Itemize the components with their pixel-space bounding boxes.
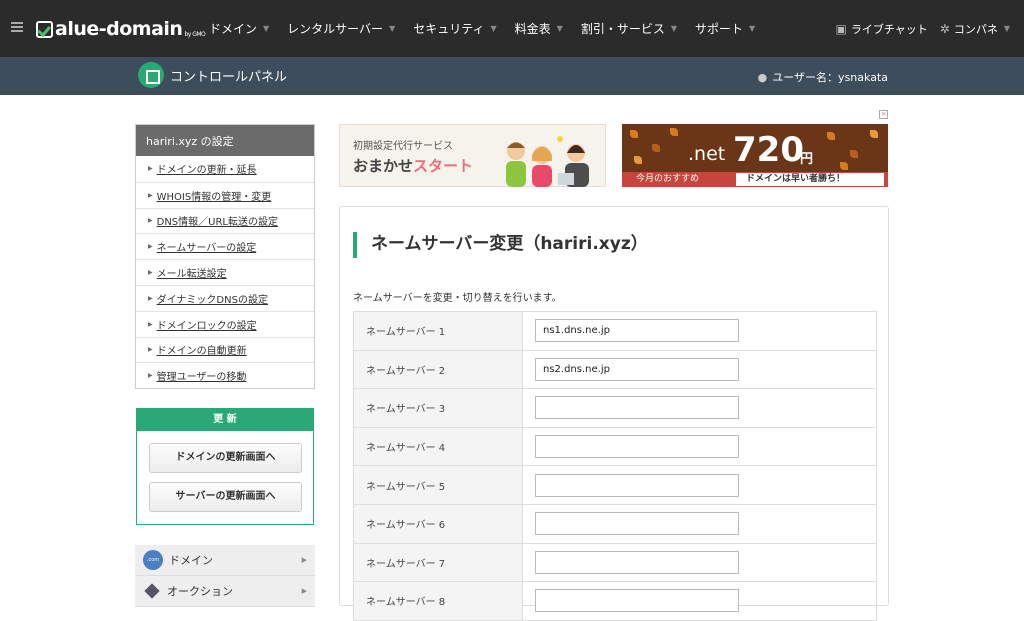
triangle-right-icon: ▶ (148, 372, 153, 380)
domain-settings-heading: hariri.xyz の設定 (136, 125, 314, 156)
sidebar-item-nameserver[interactable]: ▶ ネームサーバーの設定 (136, 233, 314, 259)
nameserver-3-input[interactable] (535, 396, 739, 420)
staff-illustration (506, 136, 589, 187)
sidebar-menu-auction[interactable]: オークション ▶ (135, 576, 315, 607)
nameserver-2-input[interactable] (535, 357, 739, 381)
nav-rental-server[interactable]: レンタルサーバー ▼ (287, 20, 395, 37)
nameserver-label: ネームサーバー 4 (353, 427, 523, 466)
triangle-right-icon: ▶ (148, 346, 153, 354)
nameserver-4-input[interactable] (535, 435, 739, 459)
triangle-right-icon: ▶ (148, 294, 153, 302)
sidebar-item-renew[interactable]: ▶ ドメインの更新・延長 (136, 156, 314, 182)
sidebar-item-whois[interactable]: ▶ WHOIS情報の管理・変更 (136, 181, 314, 208)
nav-pricing[interactable]: 料金表 ▼ (515, 20, 563, 37)
nameserver-5-input[interactable] (535, 473, 739, 497)
nameserver-6-input[interactable] (535, 512, 739, 536)
gavel-icon (144, 583, 160, 599)
domain-settings-list: ▶ ドメインの更新・延長 ▶ WHOIS情報の管理・変更 ▶ DNS情報／URL転送の… (136, 156, 314, 388)
nav-domain[interactable]: ドメイン ▼ (209, 20, 269, 37)
page-title: ネームサーバー変更（hariri.xyz） (353, 232, 648, 258)
nameserver-label: ネームサーバー 5 (353, 466, 523, 504)
renew-domain-button[interactable]: ドメインの更新画面へ (149, 443, 302, 473)
nameserver-label: ネームサーバー 1 (353, 312, 523, 350)
table-row: ネームサーバー 6 (353, 504, 877, 544)
page-description: ネームサーバーを変更・切り替えを行います。 (353, 293, 562, 304)
logo-check-icon (36, 20, 53, 38)
banner-price: 720 (733, 130, 804, 170)
nameserver-panel: ネームサーバー変更（hariri.xyz） ネームサーバーを変更・切り替えを行い… (339, 206, 889, 621)
sidebar-item-dynamic-dns[interactable]: ▶ ダイナミックDNSの設定 (136, 284, 314, 311)
table-row: ネームサーバー 7 (353, 543, 877, 583)
ad-close-icon[interactable]: × (879, 110, 888, 119)
renew-box: 更 新 ドメインの更新画面へ サーバーの更新画面へ (136, 408, 314, 525)
menu-icon[interactable] (11, 22, 23, 32)
table-row: ネームサーバー 2 (353, 350, 877, 390)
sidebar-item-dns[interactable]: ▶ DNS情報／URL転送の設定 (136, 207, 314, 234)
sidebar-menu: .com ドメイン ▶ オークション ▶ (135, 545, 315, 607)
caret-down-icon: ▼ (556, 24, 563, 33)
user-icon: ● (757, 70, 768, 84)
nameserver-label: ネームサーバー 6 (353, 504, 523, 543)
banner-yen: 円 (800, 152, 814, 167)
caret-down-icon: ▼ (749, 24, 756, 33)
triangle-right-icon: ▶ (148, 320, 153, 328)
nav-discounts[interactable]: 割引・サービス ▼ (581, 20, 677, 37)
globe-icon: .com (143, 550, 163, 570)
triangle-right-icon: ▶ (148, 269, 153, 277)
livechat-link[interactable]: ▣ ライブチャット (836, 21, 928, 37)
control-panel-title[interactable]: コントロールパネル (170, 66, 287, 85)
omakase-start-banner[interactable]: 初期設定代行サービス おまかせスタート (339, 124, 606, 187)
renew-server-button[interactable]: サーバーの更新画面へ (149, 482, 302, 512)
triangle-right-icon: ▶ (148, 165, 153, 173)
main-nav: ドメイン ▼ レンタルサーバー ▼ セキュリティ ▼ 料金表 ▼ 割引・サービス ▼ サポ… (200, 0, 764, 57)
nameserver-7-input[interactable] (535, 550, 739, 574)
control-panel-link[interactable]: ✲ コンパネ ▼ (940, 21, 1010, 37)
nameserver-label: ネームサーバー 7 (353, 543, 523, 582)
top-navbar: alue-domain by GMO ドメイン ▼ レンタルサーバー ▼ セキュリテ… (0, 0, 1024, 57)
logo-text: alue-domain (55, 18, 183, 40)
triangle-right-icon: ▶ (148, 217, 153, 225)
site-logo[interactable]: alue-domain by GMO (36, 17, 206, 41)
triangle-right-icon: ▶ (301, 556, 307, 564)
caret-down-icon: ▼ (263, 24, 270, 33)
caret-down-icon: ▼ (670, 24, 677, 33)
nameserver-1-input[interactable] (535, 319, 739, 343)
table-row: ネームサーバー 8 (353, 582, 877, 621)
banner-title: おまかせスタート (353, 157, 474, 175)
sidebar-item-mail-forward[interactable]: ▶ メール転送設定 (136, 259, 314, 285)
nav-right: ▣ ライブチャット ✲ コンパネ ▼ (824, 0, 1010, 57)
nameserver-label: ネームサーバー 8 (353, 582, 523, 620)
username: ● ユーザー名：ysnakata (757, 70, 888, 85)
sidebar-menu-domain[interactable]: .com ドメイン ▶ (135, 545, 315, 576)
triangle-right-icon: ▶ (148, 243, 153, 251)
table-row: ネームサーバー 5 (353, 466, 877, 505)
sidebar-item-auto-renew[interactable]: ▶ ドメインの自動更新 (136, 336, 314, 363)
net-campaign-banner[interactable]: .net 720 円 今月のおすすめ ドメインは早い者勝ち！ (622, 124, 888, 187)
banner-tld: .net (688, 143, 726, 165)
banner-strip-slogan: ドメインは早い者勝ち！ (736, 173, 884, 186)
nameserver-label: ネームサーバー 3 (353, 389, 523, 427)
sidebar-item-transfer-user[interactable]: ▶ 管理ユーザーの移動 (136, 362, 314, 388)
table-row: ネームサーバー 4 (353, 427, 877, 467)
caret-down-icon: ▼ (389, 24, 396, 33)
control-panel-icon (138, 62, 164, 88)
sidebar-item-domain-lock[interactable]: ▶ ドメインロックの設定 (136, 310, 314, 337)
gear-icon: ✲ (939, 21, 950, 36)
nameserver-label: ネームサーバー 2 (353, 350, 523, 389)
caret-down-icon: ▼ (1003, 24, 1010, 33)
domain-settings-box: hariri.xyz の設定 ▶ ドメインの更新・延長 ▶ WHOIS情報の管理・変… (135, 124, 315, 390)
nav-support[interactable]: サポート ▼ (695, 20, 755, 37)
chat-icon: ▣ (835, 21, 847, 36)
nameserver-8-input[interactable] (535, 589, 739, 613)
table-row: ネームサーバー 3 (353, 389, 877, 428)
nameserver-table: ネームサーバー 1 ネームサーバー 2 ネームサーバー 3 ネームサーバー 4 … (353, 311, 877, 621)
caret-down-icon: ▼ (490, 24, 497, 33)
banner-strip-label: 今月のおすすめ (636, 174, 700, 184)
triangle-right-icon: ▶ (148, 191, 153, 199)
table-row: ネームサーバー 1 (353, 312, 877, 351)
banner-subtitle: 初期設定代行サービス (353, 141, 453, 152)
renew-heading: 更 新 (137, 409, 313, 431)
nav-security[interactable]: セキュリティ ▼ (413, 20, 496, 37)
